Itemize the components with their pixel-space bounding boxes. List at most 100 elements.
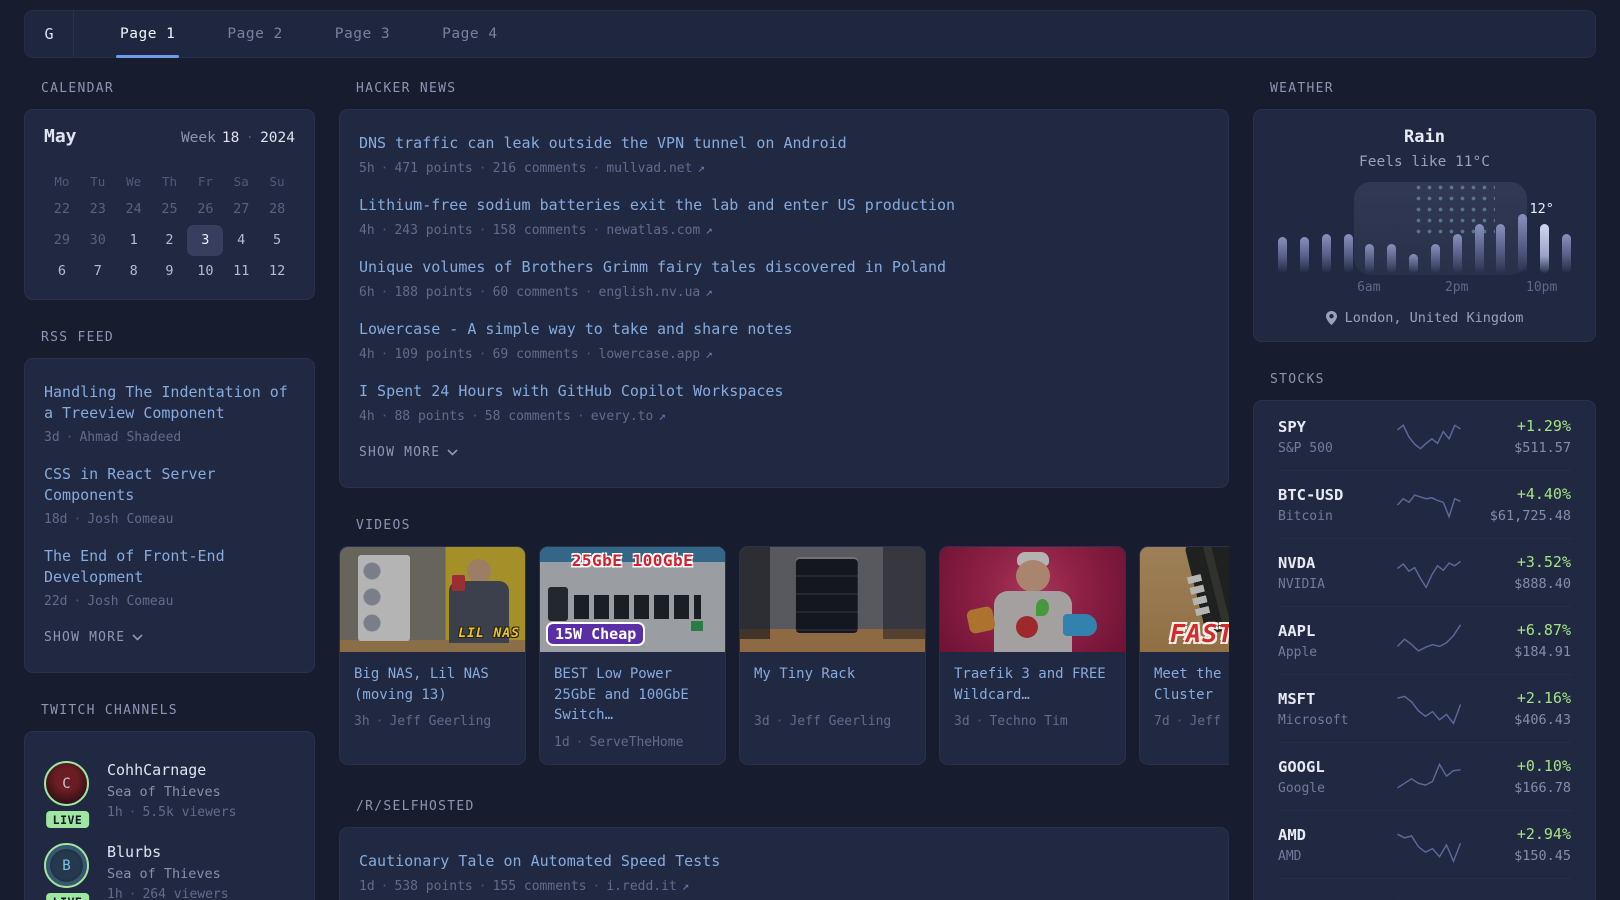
- video-thumbnail[interactable]: 25GbE 100GbE 15W Cheap: [540, 547, 725, 652]
- stock-row[interactable]: BTC-USDBitcoin +4.40%$61,725.48: [1278, 470, 1571, 538]
- time-tick: 10pm: [1526, 280, 1557, 295]
- calendar-day: 30: [80, 225, 116, 256]
- rss-item-author: Josh Comeau: [87, 512, 173, 527]
- video-title-link[interactable]: Big NAS, Lil NAS (moving 13): [354, 664, 511, 705]
- hn-source-link[interactable]: every.to: [591, 409, 654, 424]
- rss-item-link[interactable]: Handling The Indentation of a Treeview C…: [44, 382, 295, 424]
- calendar-day: 23: [80, 194, 116, 225]
- reddit-source-link[interactable]: i.redd.it: [606, 879, 676, 894]
- rss-show-more-button[interactable]: SHOW MORE: [44, 630, 143, 645]
- hn-source-link[interactable]: newatlas.com: [606, 223, 700, 238]
- video-thumbnail[interactable]: [740, 547, 925, 652]
- twitch-viewers: 264 viewers: [142, 887, 228, 900]
- calendar-day: 24: [116, 194, 152, 225]
- hn-item-link[interactable]: Lowercase - A simple way to take and sha…: [359, 319, 1209, 340]
- hn-show-more-button[interactable]: SHOW MORE: [359, 445, 458, 460]
- stock-sparkline: [1390, 893, 1467, 900]
- video-card[interactable]: Traefik 3 and FREE Wildcard… 3d·Techno T…: [939, 546, 1126, 765]
- hn-comments-link[interactable]: 58 comments: [485, 409, 571, 424]
- video-channel-link[interactable]: ServeTheHome: [589, 735, 683, 750]
- video-channel-link[interactable]: Jeff Geerling: [789, 714, 891, 729]
- twitch-uptime: 1h: [107, 887, 123, 900]
- weekday-label: Su: [259, 170, 295, 194]
- stock-sparkline: [1390, 691, 1467, 727]
- stock-row[interactable]: SPYS&P 500 +1.29%$511.57: [1278, 403, 1571, 470]
- hn-item-link[interactable]: Lithium-free sodium batteries exit the l…: [359, 195, 1209, 216]
- rss-item-link[interactable]: The End of Front-End Development: [44, 546, 295, 588]
- stock-name: Bitcoin: [1278, 509, 1390, 524]
- app-logo[interactable]: G: [25, 11, 74, 57]
- calendar-grid: Mo Tu We Th Fr Sa Su 22 23 24 25 26 27 2…: [44, 170, 295, 287]
- video-thumbnail[interactable]: [940, 547, 1125, 652]
- stock-row[interactable]: AMDAMD +2.94%$150.45: [1278, 810, 1571, 878]
- video-card[interactable]: 25GbE 100GbE 15W Cheap BEST Low Power 25…: [539, 546, 726, 765]
- reddit-comments-link[interactable]: 155 comments: [493, 879, 587, 894]
- video-card[interactable]: LIL NAS Big NAS, Lil NAS (moving 13) 3h·…: [339, 546, 526, 765]
- tab-page-4[interactable]: Page 4: [416, 11, 523, 57]
- reddit-item-link[interactable]: Cautionary Tale on Automated Speed Tests: [359, 851, 1209, 872]
- twitch-game: Sea of Thieves: [107, 866, 229, 882]
- hn-comments-link[interactable]: 69 comments: [493, 347, 579, 362]
- rss-title: RSS FEED: [41, 330, 315, 345]
- stock-sparkline: [1390, 623, 1467, 659]
- calendar-day: 28: [259, 194, 295, 225]
- calendar-day: 11: [223, 256, 259, 287]
- stock-row[interactable]: AAPLApple +6.87%$184.91: [1278, 606, 1571, 674]
- twitch-widget: TWITCH CHANNELS C LIVE CohhCarnage Sea o…: [24, 703, 315, 900]
- hn-source-link[interactable]: english.nv.ua: [599, 285, 701, 300]
- twitch-channel-name[interactable]: CohhCarnage: [107, 761, 236, 779]
- tab-page-2[interactable]: Page 2: [201, 11, 308, 57]
- hn-item-link[interactable]: DNS traffic can leak outside the VPN tun…: [359, 133, 1209, 154]
- hn-comments-link[interactable]: 216 comments: [493, 161, 587, 176]
- stock-row[interactable]: GOOGLGoogle +0.10%$166.78: [1278, 742, 1571, 810]
- twitch-channel-row[interactable]: B LIVE Blurbs Sea of Thieves 1h·264 view…: [44, 843, 295, 900]
- hn-item: DNS traffic can leak outside the VPN tun…: [359, 133, 1209, 176]
- calendar-day: 22: [44, 194, 80, 225]
- tab-page-3[interactable]: Page 3: [309, 11, 416, 57]
- chevron-down-icon: [447, 449, 458, 456]
- hn-comments-link[interactable]: 60 comments: [493, 285, 579, 300]
- weather-bar: [1365, 244, 1374, 273]
- reddit-card: Cautionary Tale on Automated Speed Tests…: [339, 827, 1229, 900]
- video-title-link[interactable]: BEST Low Power 25GbE and 100GbE Switch…: [554, 664, 711, 726]
- rss-item-link[interactable]: CSS in React Server Components: [44, 464, 295, 506]
- stocks-title: STOCKS: [1270, 372, 1596, 387]
- stock-sparkline: [1390, 487, 1467, 523]
- stock-row[interactable]: RDDT -1.65%: [1278, 878, 1571, 900]
- video-channel-link[interactable]: Jeff Geerling: [1189, 714, 1229, 729]
- tab-page-1[interactable]: Page 1: [94, 11, 201, 57]
- stocks-widget: STOCKS SPYS&P 500 +1.29%$511.57 BTC-USDB…: [1253, 372, 1596, 900]
- twitch-channel-name[interactable]: Blurbs: [107, 843, 229, 861]
- video-title-link[interactable]: Traefik 3 and FREE Wildcard…: [954, 664, 1111, 705]
- video-title-link[interactable]: My Tiny Rack: [754, 664, 911, 705]
- stock-change: +4.40%: [1467, 485, 1571, 503]
- stock-row[interactable]: NVDANVIDIA +3.52%$888.40: [1278, 538, 1571, 606]
- weather-bar: [1562, 234, 1571, 273]
- twitch-channel-row[interactable]: C LIVE CohhCarnage Sea of Thieves 1h·5.5…: [44, 761, 295, 820]
- video-title-link[interactable]: Meet the new Linux Cluster: [1154, 664, 1229, 705]
- video-thumbnail[interactable]: LIL NAS: [340, 547, 525, 652]
- hn-item-link[interactable]: I Spent 24 Hours with GitHub Copilot Wor…: [359, 381, 1209, 402]
- video-channel-link[interactable]: Jeff Geerling: [389, 714, 491, 729]
- video-card[interactable]: My Tiny Rack 3d·Jeff Geerling: [739, 546, 926, 765]
- hn-item-link[interactable]: Unique volumes of Brothers Grimm fairy t…: [359, 257, 1209, 278]
- twitch-viewers: 5.5k viewers: [142, 805, 236, 820]
- hn-source-link[interactable]: mullvad.net: [606, 161, 692, 176]
- rss-item: The End of Front-End Development 22d·Jos…: [44, 546, 295, 609]
- thumbnail-text: 15W Cheap: [548, 624, 643, 644]
- top-nav: G Page 1 Page 2 Page 3 Page 4: [24, 10, 1596, 58]
- stock-row[interactable]: MSFTMicrosoft +2.16%$406.43: [1278, 674, 1571, 742]
- stocks-card: SPYS&P 500 +1.29%$511.57 BTC-USDBitcoin …: [1253, 400, 1596, 900]
- weather-bar: [1496, 224, 1505, 273]
- video-card[interactable]: FAST Meet the new Linux Cluster 7d·Jeff …: [1139, 546, 1229, 765]
- calendar-day: 7: [80, 256, 116, 287]
- stock-price: $511.57: [1467, 440, 1571, 456]
- stock-price: $184.91: [1467, 644, 1571, 660]
- video-channel-link[interactable]: Techno Tim: [989, 714, 1067, 729]
- hn-comments-link[interactable]: 158 comments: [493, 223, 587, 238]
- thumbnail-text: LIL NAS: [458, 626, 520, 641]
- video-thumbnail[interactable]: FAST: [1140, 547, 1229, 652]
- calendar-day: 4: [223, 225, 259, 256]
- hn-source-link[interactable]: lowercase.app: [599, 347, 701, 362]
- stock-price: $166.78: [1467, 780, 1571, 796]
